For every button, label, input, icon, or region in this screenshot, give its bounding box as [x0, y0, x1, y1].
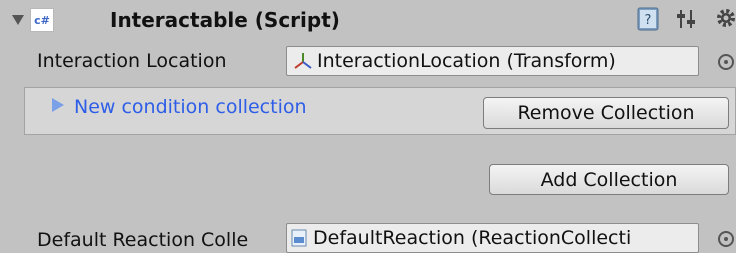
add-collection-button[interactable]: Add Collection [489, 164, 729, 195]
remove-collection-button[interactable]: Remove Collection [483, 97, 729, 129]
interaction-location-field[interactable]: InteractionLocation (Transform) [286, 46, 699, 76]
help-book-icon[interactable]: ? [637, 7, 659, 31]
transform-axes-icon [293, 51, 313, 71]
asset-file-icon [291, 229, 307, 247]
default-reaction-picker-icon[interactable] [718, 231, 734, 247]
interaction-location-label: Interaction Location [37, 50, 227, 72]
condition-collection-label[interactable]: New condition collection [74, 96, 307, 118]
default-reaction-label: Default Reaction Colle [37, 229, 249, 251]
script-badge-text: c# [34, 13, 50, 27]
default-reaction-value: DefaultReaction (ReactionCollecti [313, 227, 632, 249]
svg-text:?: ? [645, 13, 652, 28]
component-foldout-arrow[interactable] [12, 15, 24, 25]
sliders-icon[interactable] [676, 7, 698, 31]
interaction-location-picker-icon[interactable] [718, 54, 734, 70]
interaction-location-value: InteractionLocation (Transform) [317, 50, 616, 72]
default-reaction-field[interactable]: DefaultReaction (ReactionCollecti [286, 223, 699, 253]
collection-foldout-arrow[interactable] [52, 98, 64, 112]
gear-icon[interactable] [714, 6, 736, 30]
csharp-script-icon: c# [30, 8, 54, 32]
component-title: Interactable (Script) [110, 8, 340, 32]
